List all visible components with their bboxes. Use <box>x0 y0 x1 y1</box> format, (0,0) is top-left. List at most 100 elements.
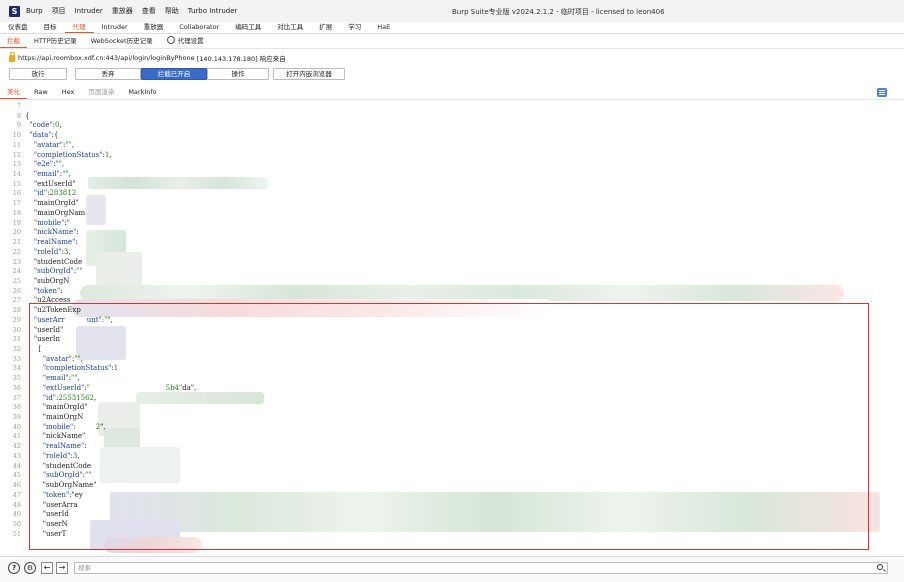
tab-dashboard[interactable]: 仪表盘 <box>0 21 36 33</box>
code-text: "code":0, <box>29 121 62 130</box>
menu-help[interactable]: 帮助 <box>165 6 179 16</box>
line-number: 22 <box>12 247 21 256</box>
line-number: 40 <box>12 422 21 431</box>
tab-comparer[interactable]: 对比工具 <box>269 21 311 33</box>
tab-collaborator[interactable]: Collaborator <box>171 21 227 33</box>
help-icon[interactable]: ? <box>8 562 20 574</box>
line-number: 16 <box>12 189 21 198</box>
tab-learn[interactable]: 学习 <box>340 21 369 33</box>
code-text: "subOrgId":"" <box>33 267 83 276</box>
line-number: 12 <box>12 150 21 159</box>
line-number: 18 <box>12 208 21 217</box>
tab-repeater[interactable]: 重放器 <box>136 21 172 33</box>
code-text: "nickName": <box>33 228 79 237</box>
line-number: 47 <box>12 490 21 499</box>
line-number: 43 <box>12 451 21 460</box>
line-number: 28 <box>12 306 21 315</box>
line-number: 10 <box>12 131 21 140</box>
tab-proxy-settings[interactable]: 代理设置 <box>160 35 211 48</box>
gear-icon <box>166 36 175 44</box>
line-number: 31 <box>12 335 21 344</box>
line-number: 38 <box>12 403 21 412</box>
line-number: 25 <box>12 276 21 285</box>
tab-intercept[interactable]: 拦截 <box>0 35 27 48</box>
line-number: 7 <box>16 102 21 110</box>
line-number: 32 <box>12 345 21 353</box>
code-text: "mainOrgNam <box>25 208 86 217</box>
line-number: 8 <box>16 111 21 120</box>
line-number: 23 <box>12 257 21 266</box>
menu-burp[interactable]: Burp <box>26 7 43 15</box>
line-number: 13 <box>12 160 21 169</box>
code-text: "roleId":3, <box>33 247 71 256</box>
tab-target[interactable]: 目标 <box>36 21 65 33</box>
menu-turbo-intruder[interactable]: Turbo Intruder <box>188 7 238 15</box>
line-number: 34 <box>12 364 21 373</box>
search-input[interactable]: 搜索 <box>74 562 888 574</box>
menu-project[interactable]: 项目 <box>52 6 66 16</box>
tab-hae[interactable]: HaE <box>369 21 398 33</box>
line-number: 27 <box>12 296 21 305</box>
code-text: "mainOrgId" <box>25 199 79 208</box>
settings-gear-icon[interactable]: ⚙ <box>24 562 36 574</box>
line-number: 33 <box>12 354 21 363</box>
response-editor[interactable]: 7 8 {9 "code":0, 10 "data":{11 "avatar":"",… <box>0 102 904 554</box>
line-number: 14 <box>12 170 21 179</box>
proxy-settings-label: 代理设置 <box>177 37 204 45</box>
proxy-tabs: 拦截 HTTP历史记录 WebSocket历史记录 代理设置 <box>0 35 904 49</box>
line-number: 19 <box>12 218 21 227</box>
tab-extensions[interactable]: 扩展 <box>311 21 340 33</box>
tab-render[interactable]: 页面渲染 <box>81 86 121 99</box>
menu-view[interactable]: 查看 <box>142 6 156 16</box>
tab-hex[interactable]: Hex <box>55 86 82 99</box>
wrap-lines-icon[interactable] <box>877 88 887 97</box>
line-number: 26 <box>12 286 21 295</box>
line-number: 45 <box>12 471 21 480</box>
drop-button[interactable]: 丢弃 <box>75 68 141 80</box>
code-text: "subOrgN <box>25 276 70 285</box>
tab-intruder[interactable]: Intruder <box>94 21 136 33</box>
forward-button[interactable]: 放行 <box>9 68 67 80</box>
view-tabs: 美化 Raw Hex 页面渲染 MarkInfo <box>0 86 904 100</box>
tab-pretty[interactable]: 美化 <box>0 86 27 99</box>
code-text: "e2e":"", <box>33 160 65 169</box>
tab-websocket-history[interactable]: WebSocket历史记录 <box>84 35 160 48</box>
tab-proxy[interactable]: 代理 <box>64 21 94 33</box>
main-tabs: 仪表盘 目标 代理 Intruder 重放器 Collaborator 编码工具… <box>0 22 904 34</box>
bottom-search-bar: ? ⚙ ← → 搜索 <box>0 556 904 582</box>
line-number: 21 <box>12 238 21 247</box>
line-number: 42 <box>12 442 21 451</box>
line-number: 29 <box>12 315 21 324</box>
intercept-toggle-button[interactable]: 拦截已开启 <box>141 68 207 80</box>
highlight-annotation-box <box>29 303 869 550</box>
line-number: 9 <box>16 121 21 130</box>
line-number: 44 <box>12 461 21 470</box>
menu-intruder[interactable]: Intruder <box>75 7 103 15</box>
window-title: Burp Suite专业版 v2024.2.1.2 - 临时项目 - licen… <box>452 8 665 16</box>
line-number: 35 <box>12 374 21 383</box>
line-number: 50 <box>12 519 21 528</box>
line-number: 30 <box>12 325 21 334</box>
tab-decoder[interactable]: 编码工具 <box>227 21 269 33</box>
open-browser-button[interactable]: 打开内嵌浏览器 <box>273 68 345 80</box>
code-text: "id":283812 <box>33 189 77 198</box>
tab-raw[interactable]: Raw <box>27 86 55 99</box>
search-icon[interactable] <box>877 564 883 570</box>
tab-http-history[interactable]: HTTP历史记录 <box>27 35 84 48</box>
line-number: 46 <box>12 481 21 490</box>
code-text: "completionStatus":1, <box>33 150 112 159</box>
line-number: 20 <box>12 228 21 237</box>
line-number: 39 <box>12 413 21 422</box>
code-text: "email":"", <box>33 170 71 179</box>
code-text: "data":{ <box>29 131 59 140</box>
line-number: 48 <box>12 500 21 509</box>
next-arrow-icon[interactable]: → <box>56 562 68 574</box>
line-number: 24 <box>12 267 21 276</box>
tab-markinfo[interactable]: MarkInfo <box>121 86 163 99</box>
previous-arrow-icon[interactable]: ← <box>41 562 53 574</box>
code-text: "token": <box>33 286 63 295</box>
code-text: "realName": <box>33 238 78 247</box>
menu-repeater[interactable]: 重放器 <box>112 6 133 16</box>
code-text: { <box>25 111 30 120</box>
action-button[interactable]: 操作 <box>207 68 269 80</box>
